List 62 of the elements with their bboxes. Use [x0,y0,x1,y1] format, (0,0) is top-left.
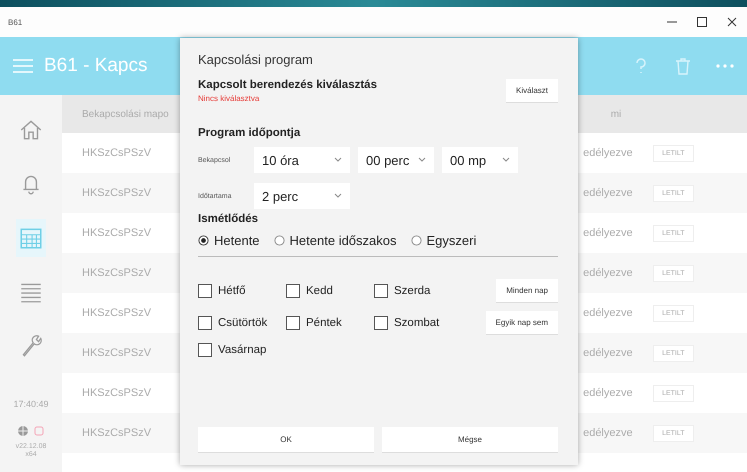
column-header: Bekapcsolási mapo [82,108,169,120]
ok-button[interactable]: OK [198,427,374,453]
table-cell-text: edélyezve [583,147,634,159]
globe-icon [17,425,29,437]
checkbox-icon[interactable] [374,316,388,330]
section-heading: Ismétlődés [198,213,260,225]
select-button[interactable]: Kiválaszt [506,79,558,103]
column-header: mi [610,108,622,120]
dropdown[interactable]: 00 perc [358,147,434,173]
checkbox-icon[interactable] [286,284,300,298]
day-button[interactable]: Minden nap [496,279,558,303]
table-cell: HKSzCsPSzV [82,347,152,359]
radio-option[interactable]: Hetente időszakos [274,233,396,248]
table-cell-text: edélyezve [583,187,634,199]
checkbox-icon[interactable] [198,316,212,330]
day-checkbox[interactable]: Hétfő [198,284,286,298]
dropdown[interactable]: 10 óra [254,147,350,173]
table-cell: HKSzCsPSzV [82,267,152,279]
caret-icon [334,193,342,199]
table-cell-text: edélyezve [583,347,634,359]
day-checkbox[interactable]: Szombat [374,316,484,330]
section-heading: Program időpontja [198,127,302,139]
maximize-icon[interactable] [695,15,709,29]
day-checkbox[interactable]: Péntek [286,316,374,330]
day-checkbox[interactable]: Csütörtök [198,316,286,330]
table-cell: HKSzCsPSzV [82,387,152,399]
dialog-title: Kapcsolási program [198,52,314,67]
table-cell-text: edélyezve [583,307,634,319]
cancel-button[interactable]: Mégse [382,427,558,453]
close-icon[interactable] [725,15,739,29]
caret-icon [334,157,342,163]
table-cell: HKSzCsPSzV [82,427,152,439]
table-cell: HKSzCsPSzV [82,147,152,159]
day-button[interactable]: Egyik nap sem [486,311,558,335]
table-cell-text: edélyezve [583,427,634,439]
radio-option[interactable]: Egyszeri [410,233,476,248]
status-text: Nincs kiválasztva [198,94,260,103]
radio-icon[interactable] [274,235,285,246]
checkbox-icon[interactable] [374,284,388,298]
checkbox-icon[interactable] [198,284,212,298]
day-checkbox[interactable]: Szerda [374,284,484,298]
window-title: B61 [8,18,24,26]
dropdown[interactable]: 2 perc [254,183,350,209]
checkbox-icon[interactable] [198,343,212,357]
day-checkbox[interactable]: Vasárnap [198,343,286,357]
checkbox-icon[interactable] [286,316,300,330]
dropdown[interactable]: 00 mp [442,147,518,173]
app-title: B61 - Kapcs [44,55,148,77]
radio-option[interactable]: Hetente [198,233,260,248]
table-cell: HKSzCsPSzV [82,227,152,239]
clock-text: 17:40:49 [13,399,49,409]
table-cell-text: edélyezve [583,387,634,399]
table-cell: HKSzCsPSzV [82,307,152,319]
section-heading: Kapcsolt berendezés kiválasztás [198,79,377,91]
table-cell: HKSzCsPSzV [82,187,152,199]
caret-icon [502,157,510,163]
caret-icon [418,157,426,163]
radio-icon[interactable] [198,235,209,246]
table-cell-text: edélyezve [583,227,634,239]
table-cell-text: edélyezve [583,267,634,279]
radio-icon[interactable] [410,235,422,246]
day-checkbox[interactable]: Kedd [286,284,374,298]
